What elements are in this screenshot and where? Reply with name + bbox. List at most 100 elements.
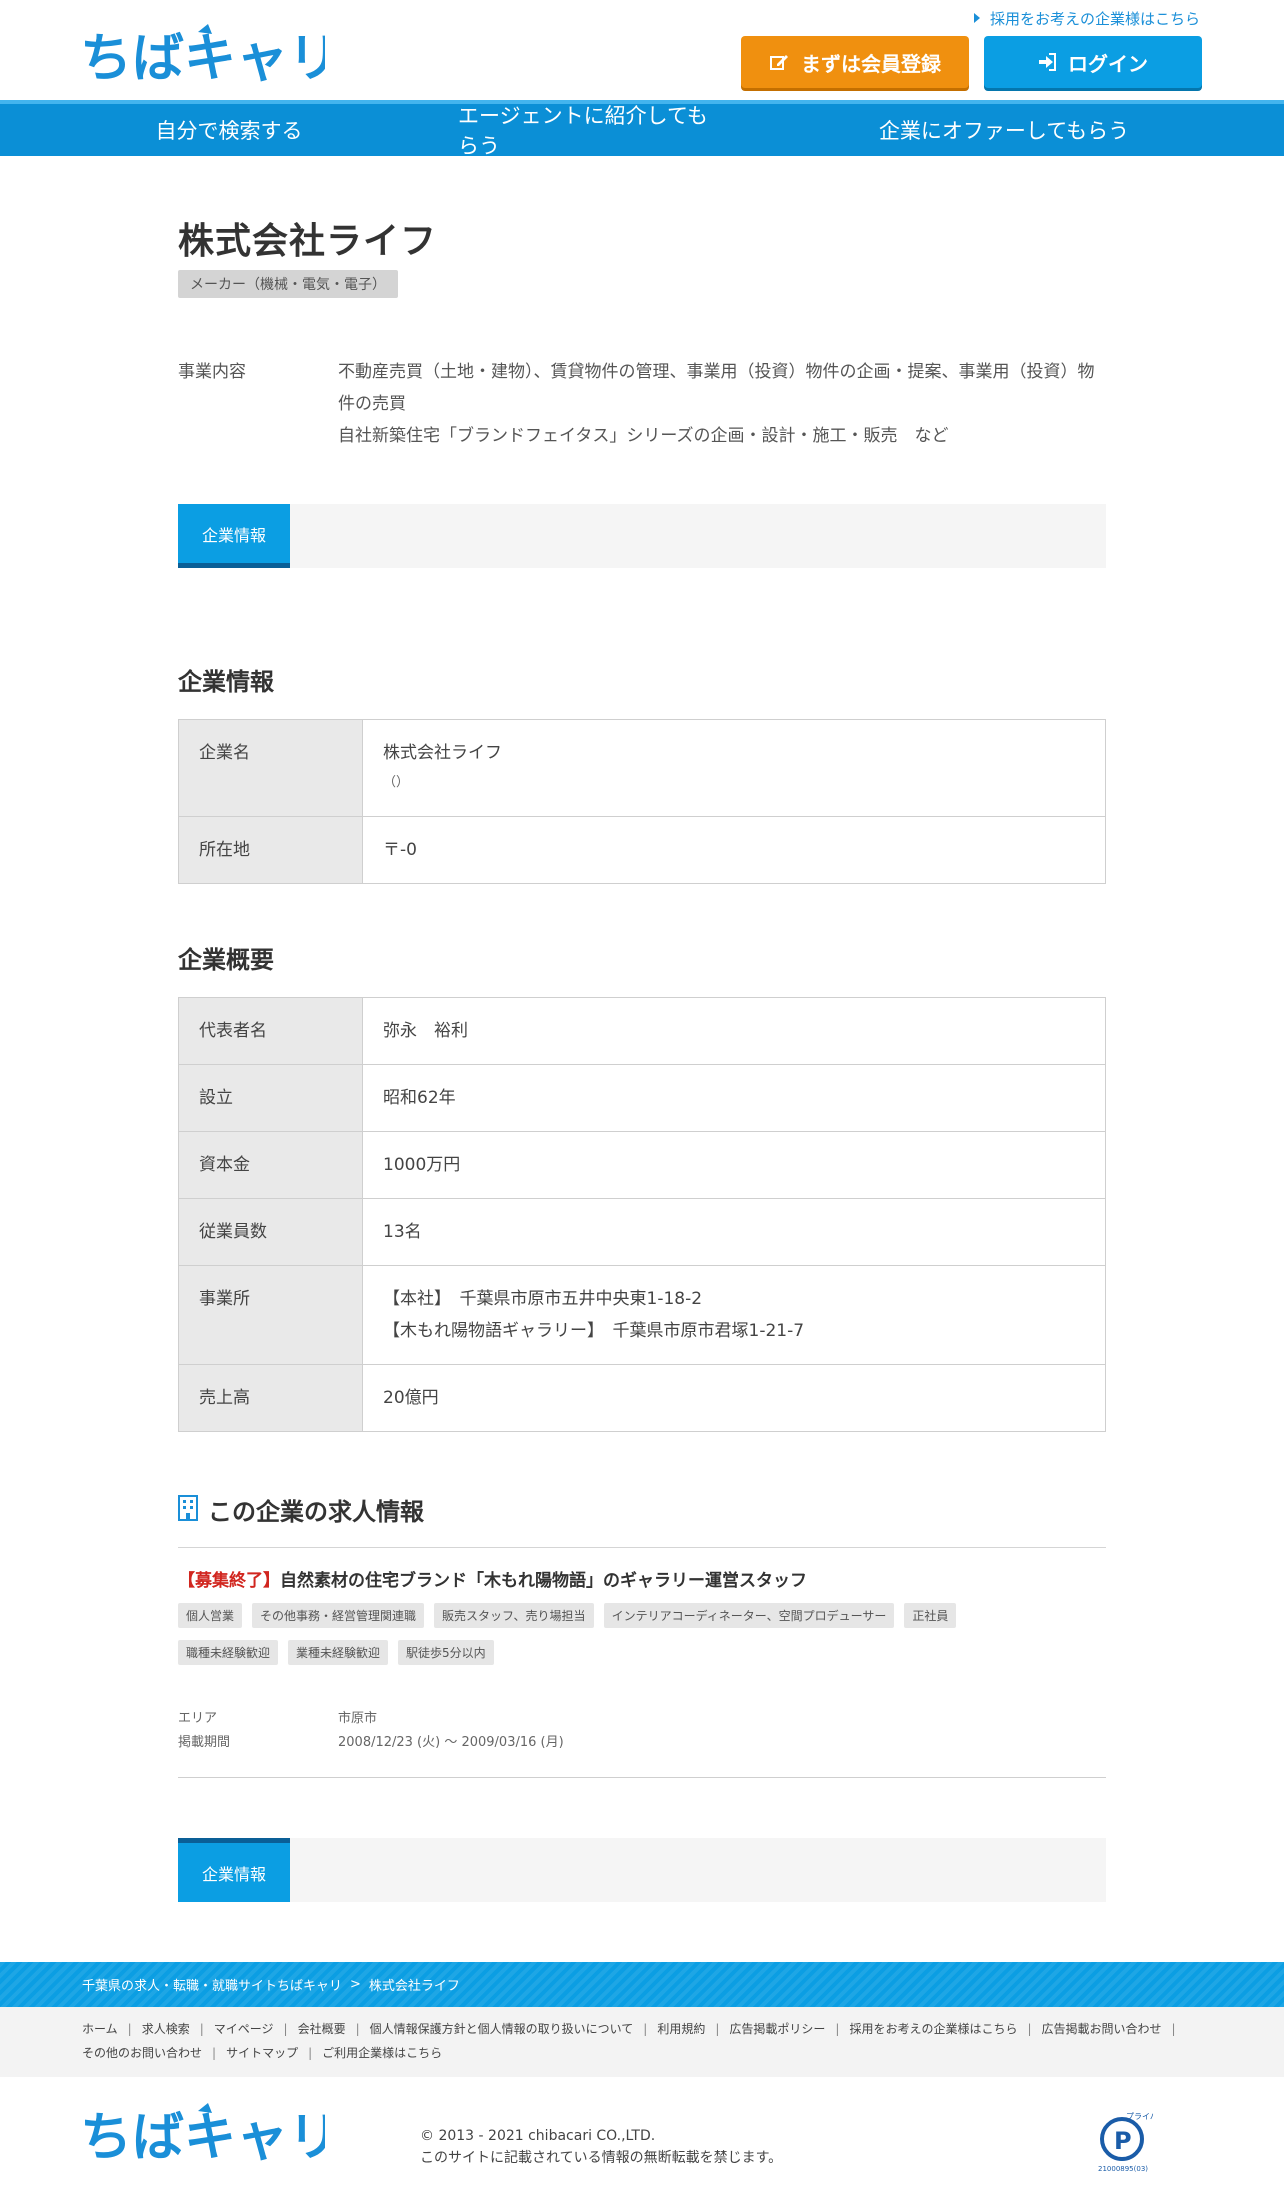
row-value: 弥永 裕利 (362, 997, 1106, 1065)
row-value: 昭和62年 (362, 1064, 1106, 1132)
tab-company-info[interactable]: 企業情報 (178, 504, 290, 568)
tab-bar: 企業情報 (178, 504, 1106, 568)
job-tag: 販売スタッフ、売り場担当 (434, 1603, 594, 1628)
main-content: 株式会社ライフ メーカー（機械・電気・電子） 事業内容 不動産売買（土地・建物）… (178, 212, 1106, 1902)
business-description: 事業内容 不動産売買（土地・建物）、賃貸物件の管理、事業用（投資）物件の企画・提… (178, 356, 1106, 452)
jobs-heading-text: この企業の求人情報 (208, 1498, 424, 1526)
breadcrumb-separator: > (350, 1977, 361, 1992)
svg-text:P: P (1114, 2127, 1132, 2155)
footer-link-separator: | (835, 2022, 840, 2036)
job-tag: 正社員 (904, 1603, 957, 1628)
footer-link[interactable]: マイページ (214, 2022, 274, 2036)
footer-link[interactable]: 広告掲載ポリシー (729, 2022, 825, 2036)
job-tag: 個人営業 (178, 1603, 243, 1628)
row-label: 設立 (178, 1064, 363, 1132)
job-tag: その他事務・経営管理関連職 (252, 1603, 425, 1628)
row-label: 売上高 (178, 1364, 363, 1432)
job-title: 自然素材の住宅ブランド「木もれ陽物語」のギャラリー運営スタッフ (280, 1571, 807, 1591)
footer-link[interactable]: 求人検索 (142, 2022, 190, 2036)
footer-link[interactable]: 採用をお考えの企業様はこちら (849, 2022, 1017, 2036)
register-label: まずは会員登録 (801, 51, 941, 76)
area-label: エリア (178, 1711, 218, 1726)
footer-logo-text: ちばキャリ (80, 2108, 325, 2163)
breadcrumb-current: 株式会社ライフ (368, 1979, 460, 1994)
row-value: 13名 (362, 1198, 1106, 1266)
footer-link-separator: | (715, 2022, 720, 2036)
job-title-link[interactable]: 【募集終了】自然素材の住宅ブランド「木もれ陽物語」のギャラリー運営スタッフ (178, 1566, 1106, 1591)
site-header: ちばキャリ 採用をお考えの企業様はこちら まずは会員登録 ログイン (0, 0, 1284, 100)
footer-link[interactable]: その他のお問い合わせ (82, 2046, 202, 2060)
corporate-link-label: 採用をお考えの企業様はこちら (989, 10, 1200, 28)
breadcrumb: 千葉県の求人・転職・就職サイトちばキャリ > 株式会社ライフ (0, 1962, 1284, 2007)
privacy-mark-label: プライバシー (1126, 2112, 1154, 2121)
corporate-link[interactable]: 採用をお考えの企業様はこちら (973, 8, 1200, 29)
logo-text: ちばキャリ (80, 29, 325, 84)
footer-link[interactable]: 個人情報保護方針と個人情報の取り扱いについて (370, 2022, 634, 2036)
login-label: ログイン (1068, 51, 1148, 76)
footer-link-separator: | (199, 2022, 204, 2036)
job-tag: 駅徒歩5分以内 (398, 1640, 494, 1665)
footer-link-separator: | (283, 2022, 288, 2036)
footer-bottom: ちばキャリ © 2013 - 2021 chibacari CO.,LTD. こ… (0, 2077, 1284, 2187)
company-info-heading: 企業情報 (178, 668, 274, 696)
footer-link-separator: | (1027, 2022, 1032, 2036)
row-label: 所在地 (178, 816, 363, 884)
footer-links: ホーム | 求人検索 | マイページ | 会社概要 | 個人情報保護方針と個人情報の取り扱いにつ… (0, 2007, 1284, 2077)
company-name-value: 株式会社ライフ (383, 743, 502, 763)
privacy-mark-number: 21000895(03) (1098, 2165, 1148, 2173)
company-overview-heading: 企業概要 (178, 946, 274, 974)
table-row: 従業員数 13名 (178, 1198, 1106, 1266)
caret-right-icon (973, 13, 980, 23)
login-button[interactable]: ログイン (984, 36, 1202, 88)
sign-in-icon (1038, 53, 1056, 71)
tab-company-info-bottom[interactable]: 企業情報 (178, 1838, 290, 1902)
nav-agent[interactable]: エージェントに紹介してもらう (458, 104, 724, 158)
divider (178, 1777, 1106, 1778)
footer-link-separator: | (355, 2022, 360, 2036)
job-status: 【募集終了】 (178, 1571, 280, 1591)
row-label: 事業所 (178, 1265, 363, 1365)
company-overview-table: 代表者名 弥永 裕利 設立 昭和62年 資本金 1000万円 従業員数 13名 … (178, 997, 1106, 1432)
table-row: 事業所 【本社】 千葉県市原市五井中央東1-18-2 【木もれ陽物語ギャラリー】… (178, 1265, 1106, 1365)
tab-bar-bottom: 企業情報 (178, 1838, 1106, 1902)
footer-link[interactable]: ご利用企業様はこちら (322, 2046, 442, 2060)
row-value: 【本社】 千葉県市原市五井中央東1-18-2 【木もれ陽物語ギャラリー】 千葉県… (362, 1265, 1106, 1365)
nav-offer[interactable]: 企業にオファーしてもらう (724, 104, 1284, 156)
office-gallery: 【木もれ陽物語ギャラリー】 千葉県市原市君塚1-21-7 (383, 1321, 805, 1341)
footer-link-separator: | (1171, 2022, 1176, 2036)
footer-link[interactable]: 会社概要 (298, 2022, 346, 2036)
footer-link[interactable]: ホーム (82, 2022, 118, 2036)
row-value: 〒-0 (362, 816, 1106, 884)
chibacari-logo-icon: ちばキャリ (80, 2103, 340, 2168)
table-row: 企業名 株式会社ライフ （） (178, 719, 1106, 817)
copyright: © 2013 - 2021 chibacari CO.,LTD. このサイトに記… (420, 2125, 782, 2169)
table-row: 設立 昭和62年 (178, 1064, 1106, 1132)
footer-link[interactable]: サイトマップ (226, 2046, 298, 2060)
period-value: 2008/12/23 (火) ～ 2009/03/16 (月) (338, 1735, 564, 1750)
company-title: 株式会社ライフ (178, 221, 438, 262)
nav-self-search[interactable]: 自分で検索する (0, 104, 458, 156)
copyright-notice: このサイトに記載されている情報の無断転載を禁じます。 (420, 2150, 783, 2166)
row-value: 20億円 (362, 1364, 1106, 1432)
edit-icon (769, 52, 789, 72)
industry-badge: メーカー（機械・電気・電子） (178, 270, 398, 298)
footer-link-separator: | (308, 2046, 313, 2060)
main-nav: 自分で検索する エージェントに紹介してもらう 企業にオファーしてもらう (0, 100, 1284, 158)
row-value: 1000万円 (362, 1131, 1106, 1199)
site-logo[interactable]: ちばキャリ (80, 24, 340, 89)
breadcrumb-home[interactable]: 千葉県の求人・転職・就職サイトちばキャリ (82, 1975, 342, 1994)
row-value: 株式会社ライフ （） (362, 719, 1106, 817)
footer-link[interactable]: 利用規約 (657, 2022, 705, 2036)
footer-logo[interactable]: ちばキャリ (80, 2103, 340, 2168)
footer-link-separator: | (212, 2046, 217, 2060)
footer-link[interactable]: 広告掲載お問い合わせ (1042, 2022, 1162, 2036)
footer-link-separator: | (643, 2022, 648, 2036)
row-label: 資本金 (178, 1131, 363, 1199)
row-label: 企業名 (178, 719, 363, 817)
privacy-mark-icon: P プライバシー 21000895(03) (1096, 2109, 1174, 2173)
table-row: 代表者名 弥永 裕利 (178, 997, 1106, 1065)
register-button[interactable]: まずは会員登録 (741, 36, 969, 88)
period-label: 掲載期間 (178, 1735, 231, 1750)
company-name-kana: （） (383, 775, 410, 790)
job-tags: 個人営業 その他事務・経営管理関連職 販売スタッフ、売り場担当 インテリアコーデ… (178, 1603, 1038, 1677)
